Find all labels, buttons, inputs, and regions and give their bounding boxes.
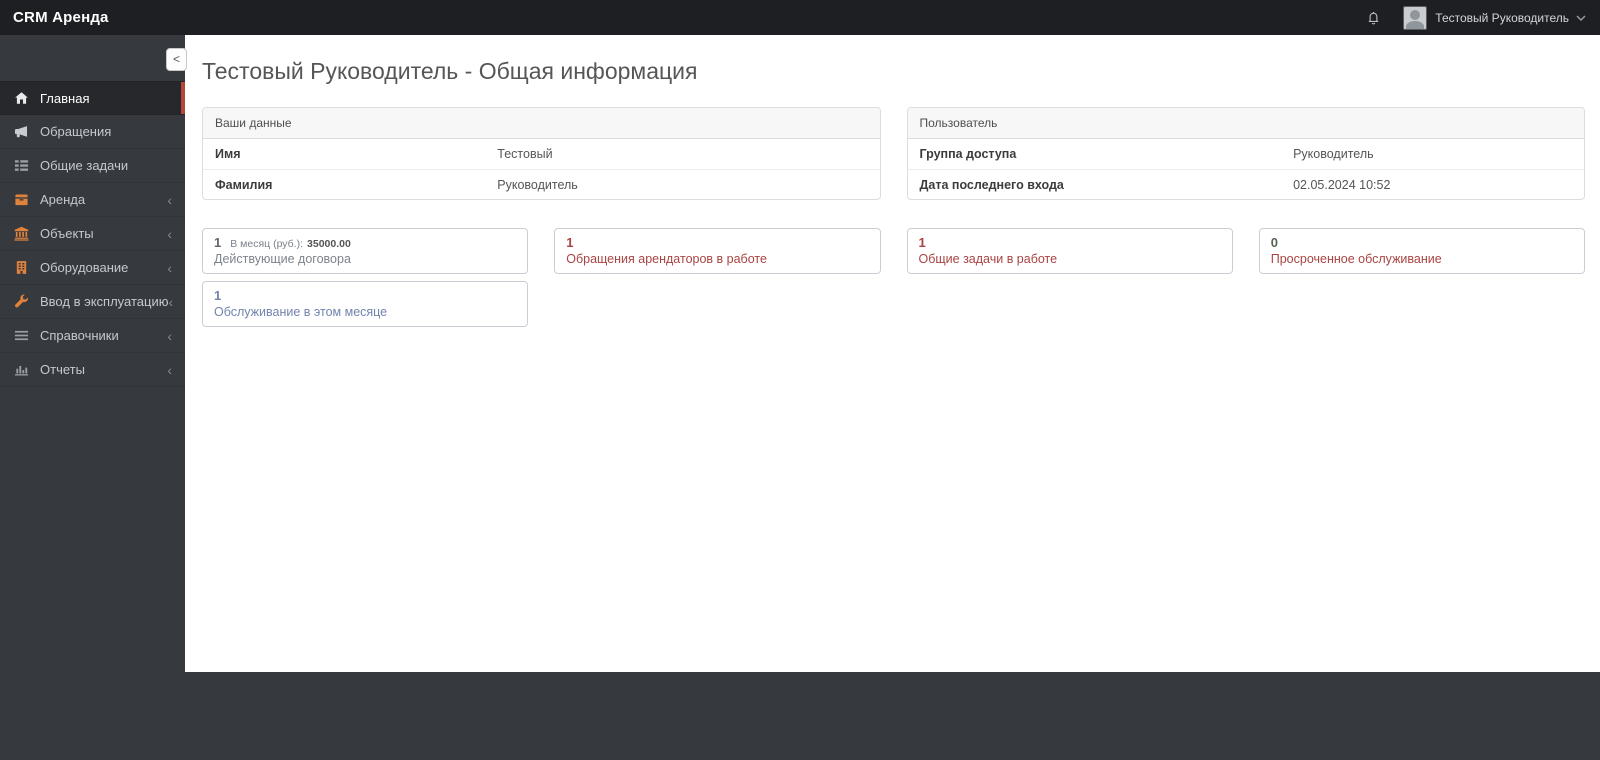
sidebar-item-label: Отчеты	[40, 362, 85, 377]
page-title: Тестовый Руководитель - Общая информация	[202, 58, 698, 84]
card-maintenance-this-month[interactable]: 1 Обслуживание в этом месяце	[202, 281, 529, 327]
building-icon	[13, 260, 29, 276]
card-top: 1 В месяц (руб.): 35000.00	[214, 234, 516, 251]
card-label: Обслуживание в этом месяце	[214, 305, 388, 319]
chevron-left-icon: ‹	[167, 259, 172, 276]
home-icon	[13, 90, 29, 106]
chevron-left-icon: ‹	[168, 293, 174, 310]
row-label: Имя	[215, 147, 241, 161]
archive-box-icon	[13, 192, 29, 208]
card-overdue-maintenance[interactable]: 0 Просроченное обслуживание	[1258, 228, 1585, 274]
card-value: 1	[214, 288, 222, 303]
row-value: Тестовый	[497, 147, 553, 161]
chevron-left-icon: ‹	[167, 191, 172, 208]
topbar: CRM Аренда Тестовый Руководитель	[0, 0, 1600, 35]
table-row: Группа доступа Руководитель	[908, 139, 1585, 169]
card-tenant-appeals-in-progress[interactable]: 1 Обращения арендаторов в работе	[554, 228, 881, 274]
sidebar-item-label: Обращения	[40, 124, 112, 139]
topbar-right: Тестовый Руководитель	[1366, 5, 1600, 30]
card-label: Действующие договора	[214, 252, 351, 266]
row-label: Группа доступа	[919, 147, 1017, 161]
user-avatar	[1403, 5, 1428, 30]
sidebar-item-home[interactable]: Главная	[0, 81, 185, 115]
user-menu[interactable]: Тестовый Руководитель	[1403, 5, 1586, 30]
card-label: Общие задачи в работе	[918, 252, 1058, 266]
notifications-bell-icon[interactable]	[1366, 10, 1381, 26]
row-label: Дата последнего входа	[919, 178, 1064, 192]
chevron-left-icon: ‹	[167, 327, 172, 344]
sidebar-item-objects[interactable]: Объекты ‹	[0, 217, 185, 251]
chevron-down-icon	[1576, 15, 1586, 21]
row-value: 02.05.2024 10:52	[1293, 178, 1391, 192]
stat-cards: 1 В месяц (руб.): 35000.00 Действующие д…	[202, 228, 1585, 327]
card-sub-label: В месяц (руб.):	[230, 238, 304, 250]
panel-header: Ваши данные	[203, 108, 880, 139]
card-value: 1	[918, 235, 926, 250]
sidebar-item-label: Ввод в эксплуатацию	[40, 294, 169, 309]
main-content: < Тестовый Руководитель - Общая информац…	[166, 35, 1600, 672]
footer: © CRM Аренда 2024	[0, 672, 1600, 760]
card-value: 1	[214, 235, 222, 250]
table-row: Имя Тестовый	[203, 139, 880, 169]
table-row: Дата последнего входа 02.05.2024 10:52	[907, 169, 1584, 199]
sidebar-item-common-tasks[interactable]: Общие задачи	[0, 149, 185, 183]
card-active-contracts[interactable]: 1 В месяц (руб.): 35000.00 Действующие д…	[202, 228, 529, 274]
panel-user: Пользователь Группа доступа Руководитель…	[906, 107, 1585, 200]
sidebar-nav: Главная Обращения Общие задачи Аренда ‹ …	[0, 81, 185, 387]
card-value: 1	[566, 235, 574, 250]
sidebar-item-label: Объекты	[40, 226, 94, 241]
bank-icon	[13, 226, 29, 242]
card-common-tasks-in-progress[interactable]: 1 Общие задачи в работе	[906, 228, 1233, 274]
table-row: Фамилия Руководитель	[203, 169, 880, 199]
list-icon	[13, 328, 29, 344]
sidebar-item-directories[interactable]: Справочники ‹	[0, 319, 185, 353]
chevron-left-icon: ‹	[167, 361, 172, 378]
info-panels: Ваши данные Имя Тестовый Фамилия Руковод…	[202, 107, 1585, 200]
sidebar-item-appeals[interactable]: Обращения	[0, 115, 185, 149]
card-label: Просроченное обслуживание	[1270, 252, 1442, 266]
sidebar-item-label: Оборудование	[40, 260, 129, 275]
brand-logo[interactable]: CRM Аренда	[0, 9, 109, 26]
user-name: Тестовый Руководитель	[1435, 10, 1569, 25]
sidebar-item-commissioning[interactable]: Ввод в эксплуатацию ‹	[0, 285, 185, 319]
row-value: Руководитель	[1293, 147, 1374, 161]
card-value: 0	[1270, 235, 1278, 250]
sidebar-item-label: Аренда	[40, 192, 86, 207]
sidebar-item-equipment[interactable]: Оборудование ‹	[0, 251, 185, 285]
sidebar-item-label: Справочники	[40, 328, 119, 343]
task-list-icon	[13, 158, 29, 174]
sidebar-item-label: Общие задачи	[40, 158, 129, 173]
card-label: Обращения арендаторов в работе	[566, 252, 767, 266]
panel-header: Пользователь	[907, 108, 1584, 139]
sidebar: Главная Обращения Общие задачи Аренда ‹ …	[0, 35, 185, 760]
wrench-icon	[13, 294, 29, 310]
bar-chart-icon	[13, 362, 29, 378]
chevron-left-icon: ‹	[167, 225, 172, 242]
sidebar-item-label: Главная	[40, 90, 90, 106]
panel-your-data: Ваши данные Имя Тестовый Фамилия Руковод…	[202, 107, 881, 200]
megaphone-icon	[13, 124, 29, 140]
row-value: Руководитель	[497, 178, 578, 192]
sidebar-collapse-button[interactable]: <	[166, 48, 187, 71]
row-label: Фамилия	[215, 178, 273, 192]
card-sub-value: 35000.00	[307, 238, 351, 250]
sidebar-item-rent[interactable]: Аренда ‹	[0, 183, 185, 217]
sidebar-item-reports[interactable]: Отчеты ‹	[0, 353, 185, 387]
